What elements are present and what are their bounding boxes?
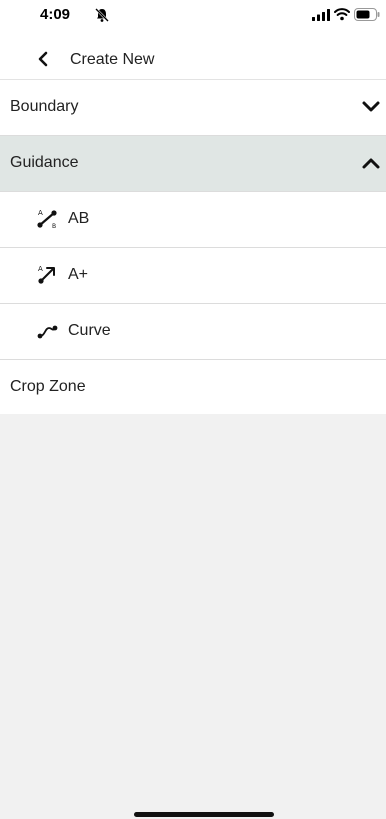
status-time: 4:09 (40, 6, 71, 23)
submenu-item-label: A+ (68, 266, 89, 283)
status-bar: 4:09 (0, 0, 386, 38)
menu-item-crop-zone[interactable]: Crop Zone (0, 360, 386, 416)
submenu-item-ab[interactable]: A B AB (0, 192, 386, 248)
curve-icon (37, 325, 58, 339)
menu-item-boundary[interactable]: Boundary (0, 80, 386, 136)
home-indicator[interactable] (134, 812, 274, 817)
svg-text:A: A (38, 209, 43, 217)
nav-bar: Create New (0, 40, 386, 80)
menu-item-guidance[interactable]: Guidance (0, 136, 386, 192)
menu-item-label: Boundary (10, 98, 79, 115)
ab-line-icon: A B (37, 209, 57, 230)
chevron-down-icon (362, 101, 380, 112)
menu-item-label: Crop Zone (10, 378, 86, 395)
wifi-icon (334, 8, 350, 21)
bell-slash-icon (95, 8, 109, 22)
submenu-item-curve[interactable]: Curve (0, 304, 386, 360)
svg-text:B: B (52, 223, 56, 230)
page-title: Create New (70, 51, 155, 68)
chevron-left-icon[interactable] (36, 50, 50, 68)
chevron-up-icon (362, 158, 380, 169)
menu-item-label: Guidance (10, 154, 79, 171)
submenu-item-label: AB (68, 210, 90, 227)
signal-icon (312, 9, 330, 21)
svg-text:A: A (38, 265, 43, 273)
empty-content-area (0, 414, 386, 794)
submenu-item-label: Curve (68, 322, 111, 339)
battery-icon (354, 8, 380, 21)
a-plus-icon: A (38, 265, 55, 284)
submenu-item-a-plus[interactable]: A A+ (0, 248, 386, 304)
